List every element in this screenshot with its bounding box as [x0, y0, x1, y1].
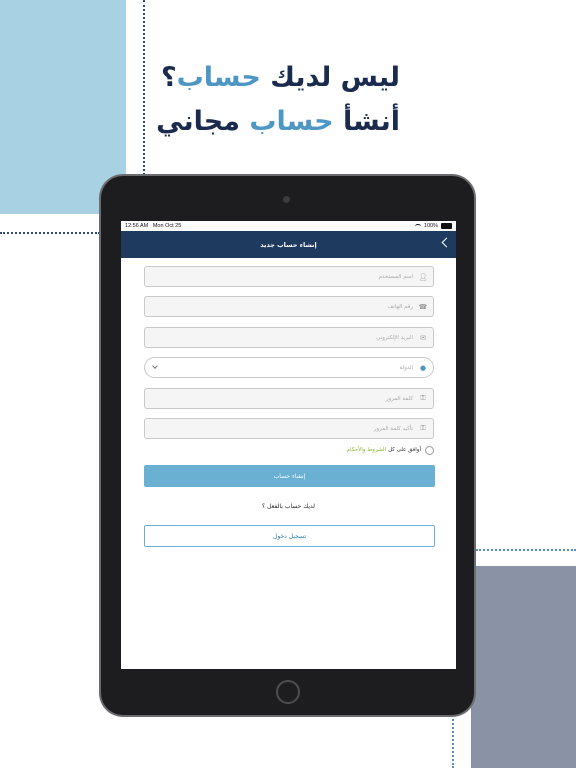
password-placeholder: كلمة المرور: [385, 395, 413, 402]
page-title: إنشاء حساب جديد: [260, 240, 317, 249]
wifi-icon: [414, 223, 421, 229]
home-button[interactable]: [276, 680, 300, 704]
login-button[interactable]: تسجيل دخول: [144, 525, 435, 547]
phone-placeholder: رقم الهاتف: [387, 303, 413, 310]
terms-link[interactable]: الشروط والأحكام: [347, 447, 386, 453]
headline-accent: حساب: [176, 62, 261, 93]
promo-headline: ليس لديك حساب؟ أنشأ حساب مجاني: [150, 56, 400, 144]
navigation-bar: إنشاء حساب جديد: [121, 231, 456, 258]
key-icon: ⚿: [420, 424, 426, 432]
key-icon: ⚿: [420, 394, 426, 402]
decor-dotted-line: [143, 0, 145, 175]
phone-field[interactable]: ☎︎ رقم الهاتف: [144, 296, 434, 317]
battery-percent: 100%: [423, 223, 438, 229]
terms-text: أوافق على كل: [388, 447, 421, 453]
user-icon: 👤︎: [418, 272, 428, 281]
headline-line-1: ليس لديك حساب؟: [150, 56, 400, 100]
terms-radio[interactable]: [425, 445, 434, 455]
terms-row: أوافق على كل الشروط والأحكام: [144, 444, 434, 456]
status-bar: 12:56 AM Mon Oct 25 100%: [121, 221, 456, 231]
headline-text: ليس لديك: [270, 62, 400, 93]
username-placeholder: اسم المستخدم: [378, 273, 413, 280]
headline-line-2: أنشأ حساب مجاني: [150, 100, 400, 144]
password-field[interactable]: ⚿ كلمة المرور: [144, 388, 434, 409]
username-field[interactable]: 👤︎ اسم المستخدم: [144, 266, 434, 287]
battery-icon: [441, 223, 452, 229]
decor-dotted-line: [476, 549, 576, 551]
have-account-text: لديك حساب بالفعل ؟: [262, 503, 315, 510]
mail-icon: ✉︎: [420, 333, 426, 342]
email-placeholder: البريد الإلكتروني: [376, 334, 413, 341]
back-chevron-icon[interactable]: [441, 237, 452, 248]
headline-accent: حساب: [249, 106, 334, 137]
confirm-password-placeholder: تأكيد كلمة المرور: [373, 425, 413, 432]
confirm-password-field[interactable]: ⚿ تأكيد كلمة المرور: [144, 418, 434, 439]
decor-dotted-line: [0, 232, 100, 234]
status-date: Mon Oct 25: [152, 223, 182, 229]
app-screen: 12:56 AM Mon Oct 25 100% إنشاء حساب جديد…: [121, 221, 456, 669]
decor-block-bottom-right: [471, 566, 576, 768]
chevron-down-icon: [152, 363, 158, 369]
status-time: 12:56 AM: [125, 223, 149, 229]
country-placeholder: الدولة: [399, 364, 413, 371]
headline-text: ؟: [160, 62, 177, 93]
phone-icon: ☎︎: [418, 302, 428, 311]
camera-icon: [283, 196, 290, 203]
headline-text: أنشأ: [342, 106, 400, 137]
email-field[interactable]: ✉︎ البريد الإلكتروني: [144, 327, 434, 348]
create-account-button[interactable]: إنشاء حساب: [144, 465, 435, 487]
tablet-frame: 12:56 AM Mon Oct 25 100% إنشاء حساب جديد…: [101, 176, 474, 715]
status-right: 100%: [414, 223, 452, 229]
decor-dotted-line: [452, 712, 454, 768]
location-pin-icon: ●: [419, 363, 427, 372]
status-left: 12:56 AM Mon Oct 25: [125, 223, 181, 229]
country-select[interactable]: ● الدولة: [144, 357, 434, 378]
headline-text: مجاني: [156, 106, 240, 137]
